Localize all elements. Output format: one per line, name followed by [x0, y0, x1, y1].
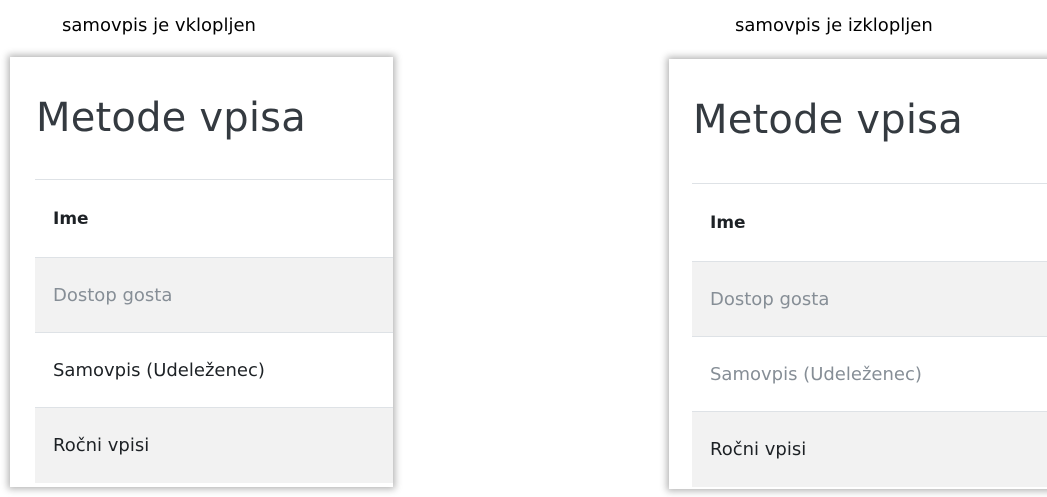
- page-title: Metode vpisa: [36, 95, 306, 141]
- table-row-self-enrolment[interactable]: Samovpis (Udeleženec): [35, 333, 393, 408]
- page-title: Metode vpisa: [693, 97, 963, 143]
- caption-self-enrolment-disabled: samovpis je izklopljen: [735, 15, 933, 36]
- table-row-manual-enrolments[interactable]: Ročni vpisi: [692, 412, 1047, 487]
- column-header-name[interactable]: Ime: [692, 184, 1047, 262]
- enrolment-methods-panel-disabled: Metode vpisa Ime Dostop gosta Samovpis (…: [669, 59, 1047, 489]
- enrolment-methods-table: Ime Dostop gosta Samovpis (Udeleženec) R…: [692, 183, 1047, 487]
- table-row-manual-enrolments[interactable]: Ročni vpisi: [35, 408, 393, 483]
- enrolment-methods-panel-enabled: Metode vpisa Ime Dostop gosta Samovpis (…: [10, 57, 393, 487]
- table-row-guest-access[interactable]: Dostop gosta: [35, 258, 393, 333]
- table-row-self-enrolment[interactable]: Samovpis (Udeleženec): [692, 337, 1047, 412]
- enrolment-methods-table: Ime Dostop gosta Samovpis (Udeleženec) R…: [35, 179, 393, 483]
- caption-self-enrolment-enabled: samovpis je vklopljen: [62, 15, 256, 36]
- table-row-guest-access[interactable]: Dostop gosta: [692, 262, 1047, 337]
- column-header-name[interactable]: Ime: [35, 180, 393, 258]
